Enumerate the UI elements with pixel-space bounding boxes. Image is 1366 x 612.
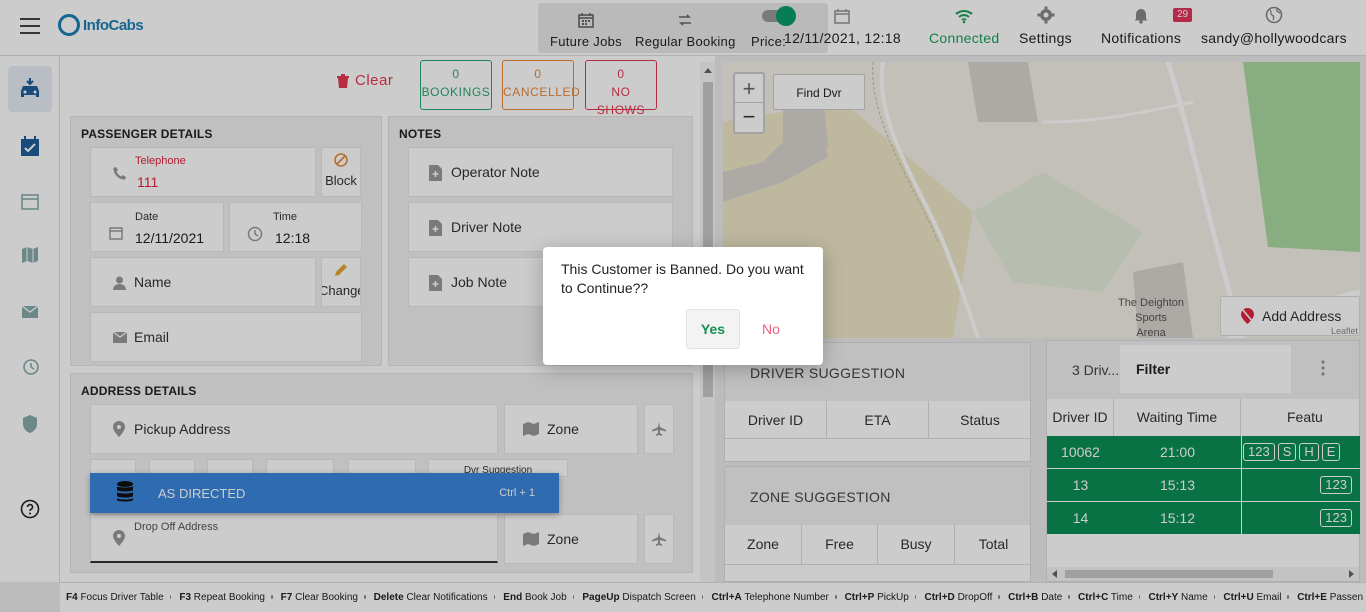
no-button[interactable]: No — [743, 309, 799, 349]
dialog-message: This Customer is Banned. Do you want to … — [561, 261, 804, 296]
yes-button[interactable]: Yes — [686, 309, 740, 349]
banned-customer-dialog: This Customer is Banned. Do you want to … — [543, 247, 823, 365]
